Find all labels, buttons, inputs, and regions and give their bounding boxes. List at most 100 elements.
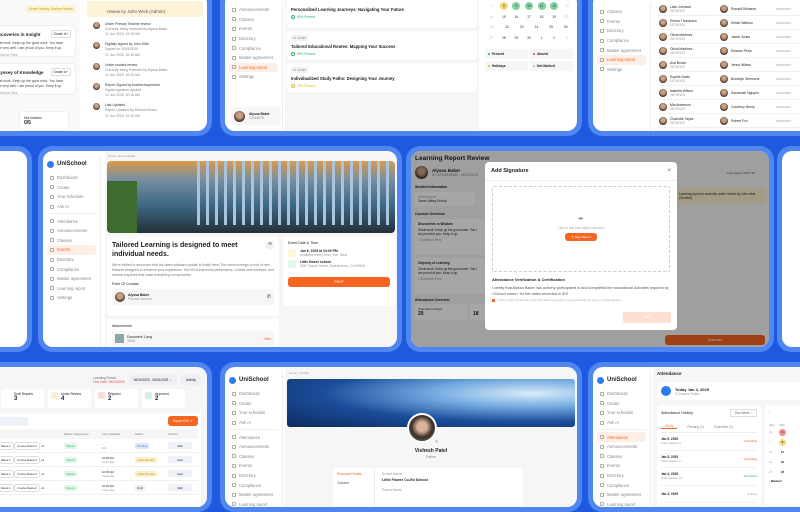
row-action-button[interactable]: View [168, 456, 192, 463]
calendar-day[interactable]: 20 [563, 13, 571, 21]
sidebar-item-attendance[interactable]: Attendance [597, 432, 646, 442]
sidebar-item-master-agreement[interactable]: Master agreement [229, 490, 278, 500]
sidebar-item-ask-ai[interactable]: Ask AI [47, 202, 96, 212]
tab-classes[interactable]: Classes [337, 481, 370, 485]
sidebar-item-attendance[interactable]: Attendance [47, 216, 96, 226]
calendar-day[interactable]: 28 [500, 34, 508, 42]
calendar-day[interactable]: 22 [503, 23, 511, 31]
view-link[interactable]: View [264, 337, 271, 341]
sidebar-item-master-agreement[interactable]: Master agreement [597, 45, 646, 55]
sidebar-item-master-agreement[interactable]: Master agreement [229, 53, 278, 63]
sidebar-item-classes[interactable]: Classes [229, 452, 278, 462]
sidebar-item-learning-report[interactable]: Learning report [229, 500, 278, 507]
week-filter-select[interactable]: This Week ⌄ [730, 409, 757, 417]
sidebar-item-learning-report[interactable]: Learning report [597, 54, 646, 65]
calendar-day[interactable]: 12 [550, 2, 559, 11]
calendar-day[interactable]: 27 [487, 34, 495, 42]
calendar-day[interactable]: 17 [525, 13, 533, 21]
sidebar-item-events[interactable]: Events [597, 461, 646, 471]
sidebar-item-compliance[interactable]: Compliance [597, 480, 646, 490]
sidebar-item-your-schedule[interactable]: Your schedule [229, 408, 278, 418]
date-range-select[interactable]: 06/24/2025 - 06/24/2025 ⌄ [128, 375, 177, 385]
course-card[interactable]: ID: 12345 Tailored Educational Routes: Ma… [287, 31, 477, 60]
attendance-tab[interactable]: All (3) [661, 424, 678, 429]
calendar-day[interactable]: 23 [518, 23, 526, 31]
row-action-button[interactable]: Edit [168, 484, 192, 491]
rsvp-button[interactable]: RSVP [288, 277, 390, 287]
calendar-day[interactable]: 14 [487, 13, 495, 21]
calendar-day[interactable]: 15 [500, 13, 508, 21]
sidebar-item-compliance[interactable]: Compliance [597, 36, 646, 46]
attendance-item[interactable]: Jan 3, 2025 Holiday [661, 486, 757, 503]
calendar-day[interactable]: 16 [512, 13, 520, 21]
sidebar-item-announcements[interactable]: Announcements [229, 442, 278, 452]
sidebar-item-dashboard[interactable]: Dashboard [47, 173, 96, 183]
course-card[interactable]: ID: 12345 Individualized Study Paths: Des… [287, 63, 477, 92]
contact-card[interactable]: Alyssa Baker Primary teacher ✆ [112, 288, 274, 305]
export-csv-button[interactable]: Export CSV ⇪ [167, 416, 198, 426]
signature-pad[interactable]: ✒ Click to add your digital signature ✎ Si… [492, 186, 670, 272]
directory-row[interactable]: Charlotte Taylor 28749103 Robert Fox 06/02/… [659, 114, 800, 128]
attendance-tab[interactable]: Pending (2) [687, 425, 703, 429]
calendar-day[interactable]: 9 [512, 2, 521, 11]
directory-row[interactable]: Liam Johnson 28749103 Ronald Richards 06/02… [659, 2, 800, 16]
sidebar-item-announcements[interactable]: Announcements [229, 5, 278, 15]
sidebar-item-directory[interactable]: Directory [597, 471, 646, 481]
sidebar-item-classes[interactable]: Classes [597, 7, 646, 17]
calendar-day[interactable]: 19 [550, 13, 558, 21]
calendar-day[interactable]: 26 [562, 23, 570, 31]
calendar-day[interactable]: 10 [524, 2, 533, 11]
calendar-day[interactable]: 30 [525, 34, 533, 42]
calendar-day[interactable]: 24 [532, 23, 540, 31]
calendar-day[interactable]: 2 [550, 34, 558, 42]
sidebar-item-dashboard[interactable]: Dashboard [229, 389, 278, 399]
confirm-checkbox[interactable] [492, 299, 495, 303]
course-card[interactable]: Personalized Learning Journeys: Navigati… [287, 0, 477, 28]
sidebar-item-create[interactable]: Create [47, 183, 96, 193]
directory-row[interactable]: Ava Brown 28749103 Jenny Wilson 06/02/2023 [659, 58, 800, 72]
attendance-item[interactable]: Jan 5, 2025 Total Classes: 84 Pending [661, 433, 757, 451]
directory-row[interactable]: Isabella Wilson 28749103 Savannah Nguyen 06… [659, 86, 800, 100]
calendar-day[interactable]: 29 [512, 34, 520, 42]
profile-avatar[interactable] [407, 413, 437, 443]
calendar-day[interactable]: 25 [547, 23, 555, 31]
calendar-day[interactable]: 7 [487, 2, 495, 10]
calendar-day[interactable]: 21 [488, 23, 496, 31]
sidebar-item-create[interactable]: Create [229, 399, 278, 409]
phone-icon[interactable]: ✆ [267, 294, 271, 300]
calendar-day[interactable]: 11 [537, 2, 546, 11]
directory-row[interactable]: Olivia Martinez 28749103 Jacob Jones 06/02/… [659, 30, 800, 44]
sign-report-button[interactable]: ✎ Sign Report [565, 233, 597, 241]
sidebar-item-announcements[interactable]: Announcements [597, 442, 646, 452]
sidebar-item-directory[interactable]: Directory [229, 471, 278, 481]
sidebar-item-learning-report[interactable]: Learning report [597, 500, 646, 507]
sidebar-item-events[interactable]: Events [597, 17, 646, 27]
directory-row[interactable]: Mia Anderson 28749103 Courtney Henry 06/02/… [659, 100, 800, 114]
directory-row[interactable]: Olivia Martinez 28749103 Eleanor Pena 06/02… [659, 44, 800, 58]
sidebar-item-classes[interactable]: Classes [47, 236, 96, 246]
sidebar-item-dashboard[interactable]: Dashboard [597, 389, 646, 399]
user-card[interactable]: Alyssa Baker 12345678 [231, 107, 281, 125]
sidebar-item-events[interactable]: Events [229, 461, 278, 471]
calendar-day[interactable]: 18 [538, 13, 546, 21]
tab-personal-details[interactable]: Personal Details [337, 472, 370, 476]
attendance-tab[interactable]: Submitted (2) [714, 425, 733, 429]
sidebar-item-classes[interactable]: Classes [597, 452, 646, 462]
sidebar-item-learning-report[interactable]: Learning report [47, 284, 96, 294]
sidebar-item-settings[interactable]: Settings [229, 72, 278, 82]
directory-row[interactable]: Emma Thompson 28749103 Kristin Watson 06/02… [659, 16, 800, 30]
attendance-item[interactable]: Jan 4, 2025 Total Classes: 10 Submitted [661, 468, 757, 486]
course-card[interactable]: Odyssey of Knowledge Grade: A+ Great work.… [0, 63, 76, 95]
calendar-day[interactable]: 13 [563, 2, 571, 10]
sidebar-item-events[interactable]: Events [229, 24, 278, 34]
save-button[interactable]: Save [623, 312, 671, 323]
sidebar-item-settings[interactable]: Settings [47, 293, 96, 303]
sidebar-item-settings[interactable]: Settings [597, 65, 646, 75]
calendar-day[interactable]: 1 [538, 34, 546, 42]
calendar-day[interactable]: 8 [499, 2, 508, 11]
evidence-files-link[interactable]: 2 Evidence Files [0, 91, 17, 95]
share-icon[interactable]: ⋖ [266, 241, 274, 249]
attachment-item[interactable]: Document 1.png 30KB View [112, 331, 274, 346]
evidence-files-link[interactable]: 2 Evidence Files [0, 53, 17, 57]
sidebar-item-master-agreement[interactable]: Master agreement [597, 490, 646, 500]
